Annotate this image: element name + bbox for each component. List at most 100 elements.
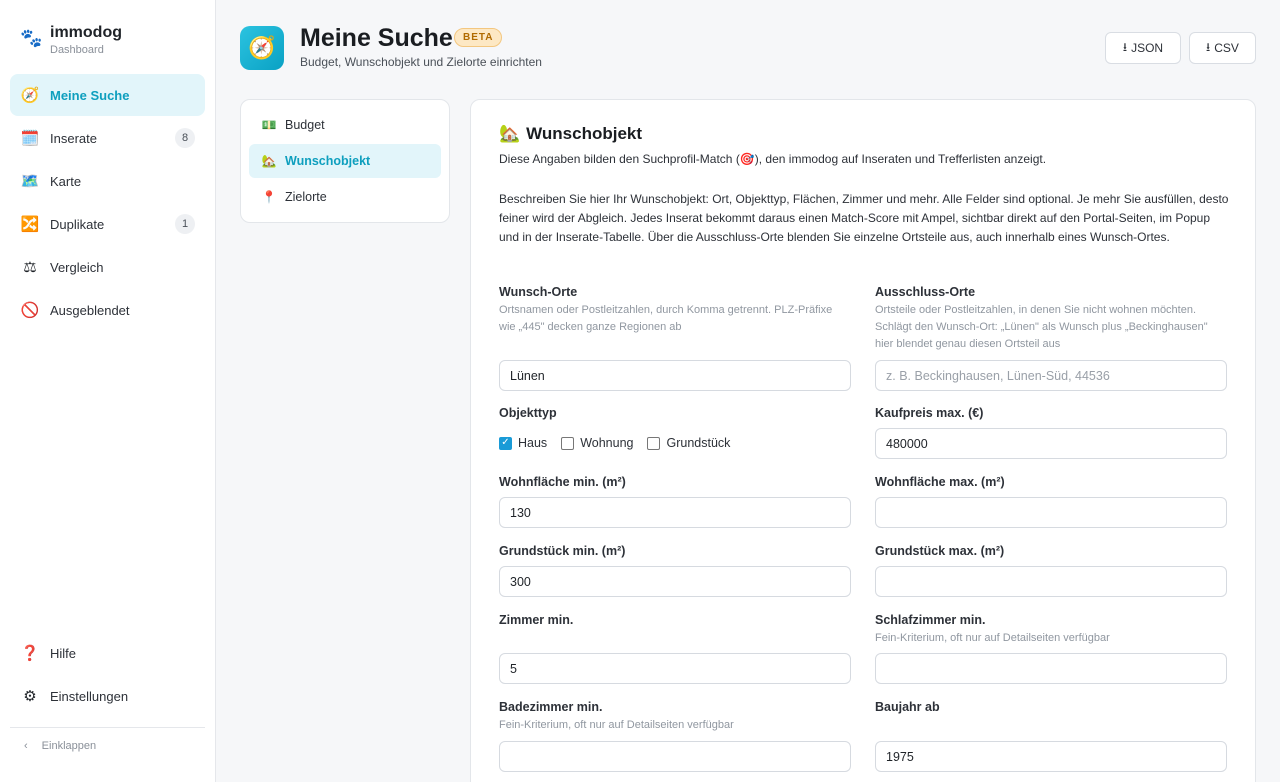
section-tab-label: Zielorte: [285, 190, 327, 204]
field-label: Grundstück min. (m²): [499, 544, 626, 558]
wunschobjekt-card: 🏡 Wunschobjekt Diese Angaben bilden den …: [470, 99, 1256, 782]
sidebar-item-label: Hilfe: [50, 645, 77, 661]
export-csv-label: CSV: [1214, 41, 1239, 55]
checkbox-haus[interactable]: ✓ Haus: [499, 436, 547, 450]
section-tab-wunschobjekt[interactable]: 🏡 Wunschobjekt: [249, 144, 441, 178]
compass-icon: 🧭: [240, 26, 284, 70]
field-hint: Fein-Kriterium, oft nur auf Detailseiten…: [499, 719, 734, 731]
count-badge: 8: [175, 128, 195, 148]
section-tab-label: Budget: [285, 118, 325, 132]
brand[interactable]: 🐾 immodog Dashboard: [20, 24, 122, 58]
field-label: Ausschluss-Orte: [875, 285, 976, 299]
objekttyp-options: ✓ Haus Wohnung Grundstück: [499, 436, 730, 450]
field-label: Baujahr ab: [875, 700, 940, 714]
field-hint: Ortsteile oder Postleitzahlen, in denen …: [875, 304, 1208, 350]
field-grundstueck-max: Grundstück max. (m²): [875, 544, 1227, 597]
sidebar-item-label: Karte: [50, 173, 82, 189]
sidebar-divider: [10, 727, 205, 728]
export-csv-button[interactable]: ⭳ CSV: [1189, 32, 1256, 64]
sidebar-item-ausgeblendet[interactable]: 🚫 Ausgeblendet: [10, 289, 205, 331]
sidebar: 🐾 immodog Dashboard 🧭 Meine Suche 🗓️ Ins…: [0, 0, 216, 782]
sidebar-item-label: Meine Suche: [50, 87, 130, 103]
sidebar-item-label: Ausgeblendet: [50, 302, 130, 318]
field-label: Zimmer min.: [499, 613, 574, 627]
sidebar-item-hilfe[interactable]: ❓ Hilfe: [10, 632, 205, 674]
secondary-nav: ❓ Hilfe ⚙ Einstellungen: [10, 632, 205, 718]
collapse-button[interactable]: ‹ Einklappen: [24, 740, 96, 752]
money-icon: 💵: [261, 118, 277, 132]
prohibited-icon: 🚫: [20, 302, 40, 319]
field-schlafzimmer-min: Schlafzimmer min. Fein-Kriterium, oft nu…: [875, 613, 1227, 684]
calendar-icon: 🗓️: [20, 130, 40, 147]
field-wunsch-orte: Wunsch-Orte Ortsnamen oder Postleitzahle…: [499, 285, 851, 391]
schlafzimmer-min-input[interactable]: [875, 653, 1227, 684]
field-grundstueck-min: Grundstück min. (m²): [499, 544, 851, 597]
field-label: Grundstück max. (m²): [875, 544, 1005, 558]
zimmer-min-input[interactable]: [499, 653, 851, 684]
field-label: Objekttyp: [499, 406, 557, 420]
field-label: Wohnfläche min. (m²): [499, 475, 626, 489]
download-icon: ⭳: [1206, 39, 1211, 54]
chevron-left-icon: ‹: [24, 740, 28, 752]
field-label: Badezimmer min.: [499, 700, 603, 714]
section-tab-budget[interactable]: 💵 Budget: [249, 108, 441, 142]
field-label: Wohnfläche max. (m²): [875, 475, 1005, 489]
checkbox-wohnung[interactable]: Wohnung: [561, 436, 633, 450]
card-title: 🏡 Wunschobjekt: [499, 124, 642, 144]
wohnflaeche-min-input[interactable]: [499, 497, 851, 528]
shuffle-icon: 🔀: [20, 216, 40, 233]
sidebar-item-label: Einstellungen: [50, 688, 129, 704]
scale-icon: ⚖: [23, 259, 37, 276]
field-wohnflaeche-min: Wohnfläche min. (m²): [499, 475, 851, 528]
checkbox-label: Grundstück: [666, 436, 731, 450]
field-objekttyp: Objekttyp ✓ Haus Wohnung Grundstück: [499, 406, 851, 450]
download-icon: ⭳: [1122, 39, 1128, 54]
gear-icon: ⚙: [23, 688, 37, 705]
wunsch-orte-input[interactable]: [499, 360, 851, 391]
sidebar-item-duplikate[interactable]: 🔀 Duplikate 1: [10, 203, 205, 245]
field-baujahr-ab: Baujahr ab: [875, 700, 1227, 772]
baujahr-ab-input[interactable]: [875, 741, 1227, 772]
pin-icon: 📍: [261, 190, 277, 204]
field-wohnflaeche-max: Wohnfläche max. (m²): [875, 475, 1227, 528]
grundstueck-min-input[interactable]: [499, 566, 851, 597]
ausschluss-orte-input[interactable]: [875, 360, 1227, 391]
grundstueck-max-input[interactable]: [875, 566, 1227, 597]
card-title-text: Wunschobjekt: [526, 124, 643, 143]
page-header: 🧭 Meine Suche BETA Budget, Wunschobjekt …: [240, 26, 1256, 74]
brand-name: immodog: [50, 24, 122, 41]
beta-badge: BETA: [454, 28, 503, 47]
section-tab-zielorte[interactable]: 📍 Zielorte: [249, 180, 441, 214]
field-badezimmer-min: Badezimmer min. Fein-Kriterium, oft nur …: [499, 700, 851, 772]
section-nav: 💵 Budget 🏡 Wunschobjekt 📍 Zielorte: [240, 99, 450, 223]
checkbox-label: Haus: [518, 436, 548, 450]
field-kaufpreis-max: Kaufpreis max. (€): [875, 406, 1227, 459]
kaufpreis-max-input[interactable]: [875, 428, 1227, 459]
sidebar-item-inserate[interactable]: 🗓️ Inserate 8: [10, 117, 205, 159]
brand-subtitle: Dashboard: [50, 44, 104, 56]
sidebar-item-einstellungen[interactable]: ⚙ Einstellungen: [10, 675, 205, 717]
section-tab-label: Wunschobjekt: [285, 154, 371, 168]
export-json-button[interactable]: ⭳ JSON: [1105, 32, 1181, 64]
collapse-label: Einklappen: [41, 740, 97, 752]
checkbox-label: Wohnung: [580, 436, 634, 450]
card-description: Beschreiben Sie hier Ihr Wunschobjekt: O…: [499, 192, 1229, 244]
wohnflaeche-max-input[interactable]: [875, 497, 1227, 528]
field-ausschluss-orte: Ausschluss-Orte Ortsteile oder Postleitz…: [875, 285, 1227, 391]
field-label: Kaufpreis max. (€): [875, 406, 984, 420]
card-lead: Diese Angaben bilden den Suchprofil-Matc…: [499, 152, 1047, 166]
field-hint: Fein-Kriterium, oft nur auf Detailseiten…: [875, 632, 1110, 644]
compass-icon: 🧭: [20, 87, 40, 104]
export-json-label: JSON: [1131, 41, 1164, 55]
checkbox-unchecked-icon: [561, 436, 575, 450]
field-label: Schlafzimmer min.: [875, 613, 986, 627]
sidebar-item-vergleich[interactable]: ⚖ Vergleich: [10, 246, 205, 288]
map-icon: 🗺️: [20, 173, 40, 190]
checkbox-unchecked-icon: [647, 436, 661, 450]
field-hint: Ortsnamen oder Postleitzahlen, durch Kom…: [499, 304, 833, 333]
badezimmer-min-input[interactable]: [499, 741, 851, 772]
checkbox-grundstueck[interactable]: Grundstück: [647, 436, 730, 450]
sidebar-item-meine-suche[interactable]: 🧭 Meine Suche: [10, 74, 205, 116]
sidebar-item-karte[interactable]: 🗺️ Karte: [10, 160, 205, 202]
paw-icon: 🐾: [20, 28, 43, 48]
